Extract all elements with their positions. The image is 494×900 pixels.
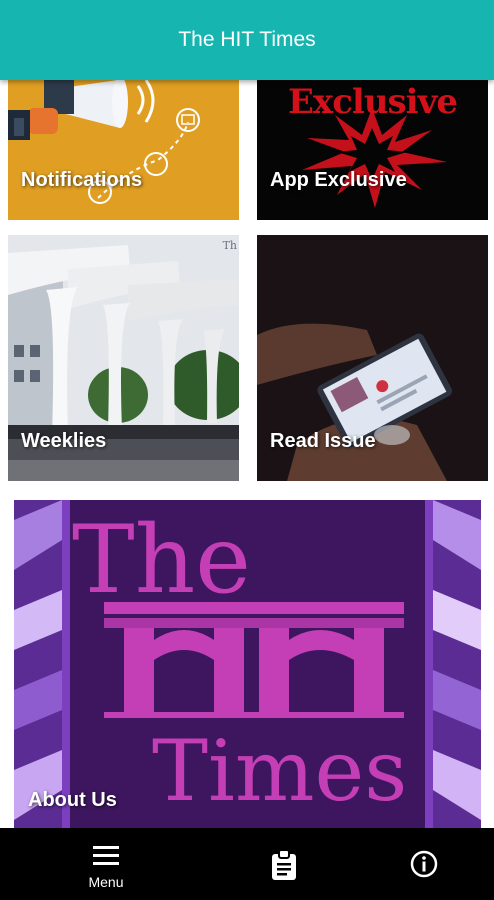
tile-notifications[interactable]: Notifications xyxy=(8,80,239,220)
clipboard-icon xyxy=(272,850,296,880)
app-title: The HIT Times xyxy=(178,28,316,51)
megaphone-icon xyxy=(8,80,200,204)
nav-info-button[interactable] xyxy=(400,828,448,900)
exclusive-banner-text: Exclusive xyxy=(288,82,458,122)
tile-app-exclusive[interactable]: Exclusive App Exclusive xyxy=(257,80,488,220)
app-bar: The HIT Times xyxy=(0,0,494,80)
tile-label: App Exclusive xyxy=(270,169,407,191)
tile-label: Weeklies xyxy=(21,430,107,452)
hamburger-menu-icon xyxy=(93,846,119,865)
info-icon xyxy=(410,850,438,878)
nav-menu-button[interactable]: Menu xyxy=(60,828,152,900)
tile-about-us[interactable]: The Times About Us xyxy=(14,500,481,828)
logo-text-times: Times xyxy=(152,722,408,820)
nav-issues-button[interactable] xyxy=(262,828,306,900)
tile-label: Notifications xyxy=(21,169,143,191)
tile-weeklies[interactable]: Th Weeklies xyxy=(8,235,239,481)
logo-text-the: The xyxy=(72,506,251,615)
tile-read-issue[interactable]: Read Issue xyxy=(257,235,488,481)
bottom-navigation: Menu xyxy=(0,828,494,900)
tile-label: Read Issue xyxy=(270,430,376,452)
nav-menu-label: Menu xyxy=(88,874,124,890)
tile-label: About Us xyxy=(28,789,117,811)
banner-letters: Th xyxy=(222,239,237,252)
